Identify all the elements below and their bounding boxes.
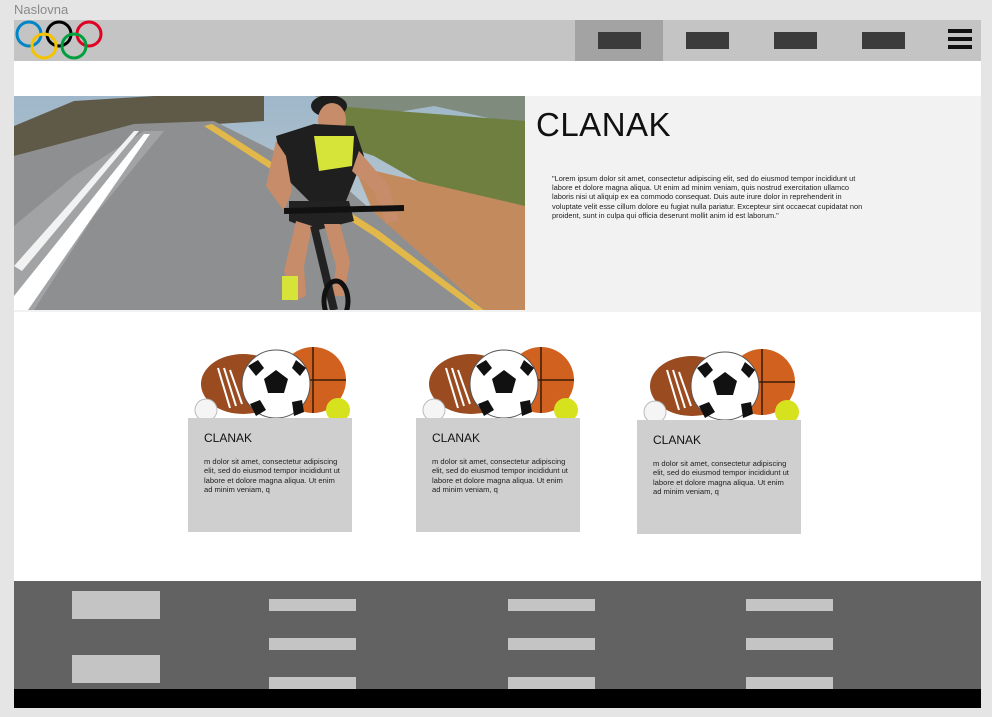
nav-item-3[interactable] xyxy=(751,20,839,61)
article-card[interactable]: CLANAK m dolor sit amet, consectetur adi… xyxy=(637,348,801,534)
card-title: CLANAK xyxy=(432,431,481,445)
hero-title: CLANAK xyxy=(536,106,672,143)
nav-item-4[interactable] xyxy=(839,20,927,61)
card-text: m dolor sit amet, consectetur adipiscing… xyxy=(653,459,789,497)
nav-placeholder xyxy=(774,32,817,49)
footer-link[interactable] xyxy=(746,677,833,689)
footer-link[interactable] xyxy=(269,638,356,650)
hero-section: CLANAK "Lorem ipsum dolor sit amet, cons… xyxy=(14,96,981,312)
footer xyxy=(14,581,981,689)
footer-link[interactable] xyxy=(508,599,595,611)
bottom-bar xyxy=(14,689,981,708)
olympic-rings-logo[interactable] xyxy=(14,20,106,61)
footer-link[interactable] xyxy=(746,638,833,650)
nav-placeholder xyxy=(686,32,729,49)
sports-balls-image xyxy=(416,346,580,420)
hamburger-menu-icon[interactable] xyxy=(948,29,972,51)
sports-balls-image xyxy=(637,348,801,422)
card-title: CLANAK xyxy=(204,431,253,445)
nav-placeholder xyxy=(862,32,905,49)
footer-link[interactable] xyxy=(746,599,833,611)
header xyxy=(14,20,981,61)
article-card[interactable]: CLANAK m dolor sit amet, consectetur adi… xyxy=(188,346,352,532)
footer-link[interactable] xyxy=(269,677,356,689)
nav-placeholder xyxy=(598,32,641,49)
cyclist-photo xyxy=(14,96,525,310)
nav-item-1[interactable] xyxy=(575,20,663,61)
footer-link[interactable] xyxy=(508,638,595,650)
card-title: CLANAK xyxy=(653,433,702,447)
footer-block[interactable] xyxy=(72,655,160,683)
sports-balls-image xyxy=(188,346,352,420)
footer-link[interactable] xyxy=(508,677,595,689)
footer-block[interactable] xyxy=(72,591,160,619)
article-card[interactable]: CLANAK m dolor sit amet, consectetur adi… xyxy=(416,346,580,532)
hero-text: "Lorem ipsum dolor sit amet, consectetur… xyxy=(552,174,863,220)
frame-label: Naslovna xyxy=(14,2,69,17)
footer-link[interactable] xyxy=(269,599,356,611)
card-text: m dolor sit amet, consectetur adipiscing… xyxy=(432,457,568,495)
page: CLANAK "Lorem ipsum dolor sit amet, cons… xyxy=(14,20,981,708)
nav-item-2[interactable] xyxy=(663,20,751,61)
card-text: m dolor sit amet, consectetur adipiscing… xyxy=(204,457,340,495)
